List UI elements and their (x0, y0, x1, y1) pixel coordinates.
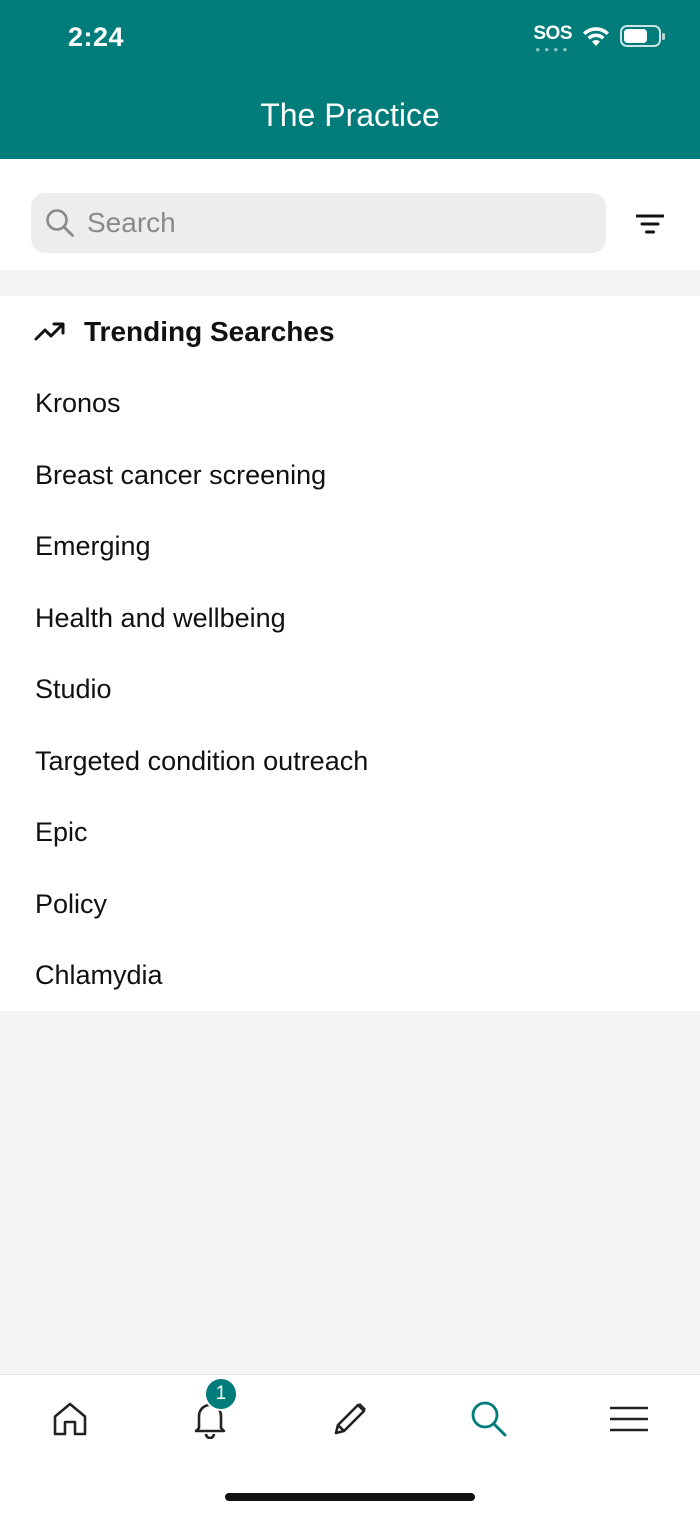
trending-item[interactable]: Studio (0, 654, 700, 726)
app-header: 2:24 SOS ● ● ● ● The Practice (0, 0, 700, 159)
search-input[interactable] (85, 206, 589, 240)
trending-searches-section: Trending Searches Kronos Breast cancer s… (0, 296, 700, 1011)
filter-icon[interactable] (636, 212, 664, 236)
trending-item[interactable]: Health and wellbeing (0, 583, 700, 655)
pencil-icon (334, 1403, 366, 1435)
tab-search[interactable] (459, 1389, 519, 1449)
tab-notifications[interactable]: 1 (180, 1377, 240, 1449)
search-icon (46, 209, 74, 237)
trending-item[interactable]: Chlamydia (0, 940, 700, 1012)
notification-badge: 1 (204, 1377, 238, 1411)
trending-item[interactable]: Policy (0, 869, 700, 941)
trending-title: Trending Searches (84, 316, 335, 347)
trending-item[interactable]: Epic (0, 797, 700, 869)
home-icon (53, 1402, 87, 1436)
trending-item[interactable]: Emerging (0, 511, 700, 583)
status-time: 2:24 (68, 22, 125, 52)
app-title: The Practice (260, 97, 440, 133)
battery-icon (620, 25, 665, 47)
home-indicator (225, 1493, 475, 1501)
hamburger-menu-icon (610, 1406, 648, 1432)
trending-header: Trending Searches (34, 316, 335, 348)
search-box[interactable] (31, 193, 606, 253)
tab-menu[interactable] (599, 1389, 659, 1449)
trending-up-icon (34, 322, 65, 341)
sos-indicator: SOS ● ● ● ● (533, 23, 572, 54)
tab-home[interactable] (40, 1389, 100, 1449)
search-tab-icon (471, 1401, 507, 1437)
trending-item[interactable]: Kronos (0, 368, 700, 440)
trending-item[interactable]: Breast cancer screening (0, 440, 700, 512)
wifi-icon (583, 27, 609, 46)
status-icons: SOS ● ● ● ● (533, 23, 666, 54)
trending-item[interactable]: Targeted condition outreach (0, 726, 700, 798)
sos-label: SOS (533, 23, 572, 44)
search-bar-area (0, 159, 700, 270)
signal-dots-icon: ● ● ● ● (535, 45, 569, 54)
trending-list: Kronos Breast cancer screening Emerging … (0, 368, 700, 1012)
tab-compose[interactable] (320, 1389, 380, 1449)
